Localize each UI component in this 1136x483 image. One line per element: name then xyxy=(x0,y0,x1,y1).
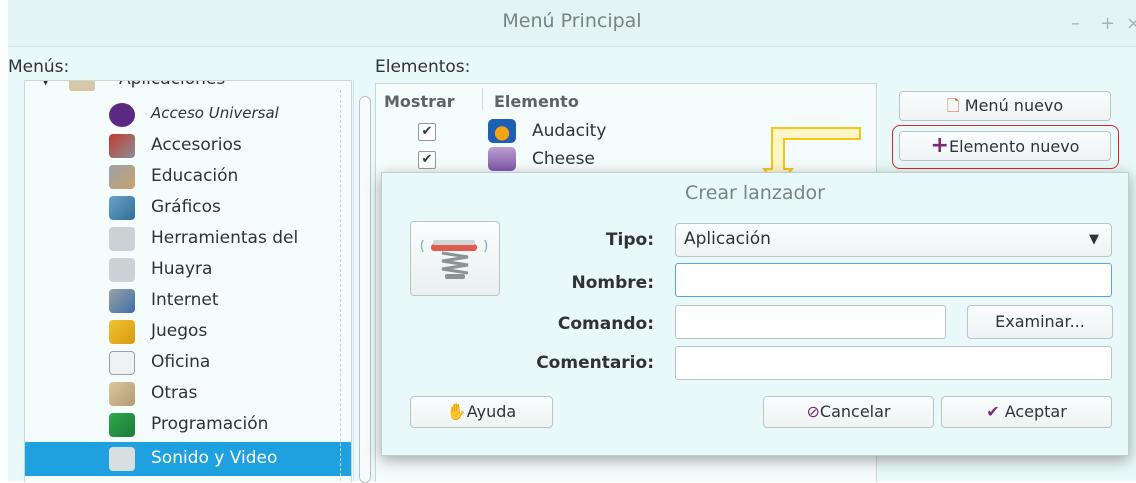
tree-item-otras[interactable]: Otras xyxy=(25,380,351,410)
type-label: Tipo: xyxy=(605,230,654,250)
office-icon xyxy=(109,351,135,375)
cheese-icon xyxy=(488,147,516,171)
cancel-label: Cancelar xyxy=(819,402,891,421)
tree-item-label: Gráficos xyxy=(151,197,221,217)
title-bar: Menú Principal – + × xyxy=(8,0,1136,47)
help-label: Ayuda xyxy=(466,402,517,421)
column-header-show[interactable]: Mostrar xyxy=(384,92,455,111)
element-label: Audacity xyxy=(532,121,607,141)
games-icon xyxy=(109,320,135,344)
cancel-button[interactable]: ⊘Cancelar xyxy=(763,396,934,428)
expand-arrow-icon[interactable]: ▼ xyxy=(41,81,50,87)
tree-item-label: Juegos xyxy=(151,321,208,341)
tree-item-huayra[interactable]: Huayra xyxy=(25,256,351,286)
command-label: Comando: xyxy=(557,314,654,334)
column-header-element[interactable]: Elemento xyxy=(494,92,579,111)
dialog-title: Crear lanzador xyxy=(685,182,825,204)
tree-item-oficina[interactable]: Oficina xyxy=(25,349,351,379)
tree-item-label: Accesorios xyxy=(151,135,242,155)
close-button[interactable]: × xyxy=(1126,13,1136,34)
tree-item-label: Acceso Universal xyxy=(151,104,279,122)
tree-item-acceso-universal[interactable]: Acceso Universal xyxy=(25,101,351,131)
chevron-down-icon: ▼ xyxy=(1089,232,1099,247)
maximize-button[interactable]: + xyxy=(1100,13,1115,34)
programming-icon xyxy=(109,413,135,437)
multimedia-icon xyxy=(109,447,135,471)
comment-label: Comentario: xyxy=(536,353,654,373)
create-launcher-dialog: Crear lanzador Tipo: Nombre: Comando: Co… xyxy=(381,172,1129,456)
tree-root-label: Aplicaciones xyxy=(119,81,225,89)
tree-item-accesorios[interactable]: Accesorios xyxy=(25,132,351,162)
internet-icon xyxy=(109,289,135,313)
highlight-box xyxy=(892,125,1119,169)
new-menu-icon: 🗋 xyxy=(946,96,960,115)
tree-item-label: Internet xyxy=(151,290,219,310)
minimize-button[interactable]: – xyxy=(1071,13,1080,34)
scrollbar-thumb[interactable] xyxy=(359,96,371,483)
command-field[interactable] xyxy=(675,305,946,339)
education-icon xyxy=(109,165,135,189)
accept-label: Aceptar xyxy=(1004,402,1067,421)
tree-item-juegos[interactable]: Juegos xyxy=(25,318,351,348)
tree-item-educacion[interactable]: Educación xyxy=(25,163,351,193)
accept-button[interactable]: ✔ Aceptar xyxy=(941,396,1112,428)
tree-guide-line xyxy=(340,90,341,481)
new-menu-label: Menú nuevo xyxy=(964,96,1064,115)
tree-item-label: Herramientas del xyxy=(151,228,299,248)
window-title: Menú Principal xyxy=(502,10,642,32)
tree-item-label: Educación xyxy=(151,166,239,186)
tree-item-label: Sonido y Video xyxy=(151,448,278,468)
huayra-icon xyxy=(109,258,135,282)
type-select[interactable]: Aplicación ▼ xyxy=(675,223,1112,257)
element-label: Cheese xyxy=(532,149,595,169)
tree-item-label: Huayra xyxy=(151,259,213,279)
checkmark-icon: ✔ xyxy=(986,402,1000,421)
comment-field[interactable] xyxy=(675,346,1112,380)
elements-label: Elementos: xyxy=(375,57,471,77)
accessibility-icon xyxy=(109,103,135,127)
tools-icon xyxy=(109,227,135,251)
tree-item-sonido-y-video[interactable]: Sonido y Video xyxy=(25,442,351,476)
type-select-value: Aplicación xyxy=(684,229,771,249)
help-button[interactable]: ✋Ayuda xyxy=(410,396,553,428)
tree-item-programacion[interactable]: Programación xyxy=(25,411,351,441)
cancel-icon: ⊘ xyxy=(806,402,820,421)
other-icon xyxy=(109,382,135,406)
accessories-icon xyxy=(109,134,135,158)
show-checkbox[interactable]: ✔ xyxy=(418,151,436,169)
tree-scrollbar[interactable] xyxy=(353,80,376,483)
tree-item-label: Otras xyxy=(151,383,198,403)
menu-tree[interactable]: ▼ Aplicaciones Acceso Universal Accesori… xyxy=(24,80,352,482)
name-field[interactable] xyxy=(675,263,1112,297)
help-icon: ✋ xyxy=(446,402,467,421)
tree-item-internet[interactable]: Internet xyxy=(25,287,351,317)
tree-item-herramientas[interactable]: Herramientas del xyxy=(25,225,351,255)
show-checkbox[interactable]: ✔ xyxy=(418,123,436,141)
graphics-icon xyxy=(109,196,135,220)
menus-label: Menús: xyxy=(8,57,70,77)
applications-icon xyxy=(69,81,95,91)
name-label: Nombre: xyxy=(571,273,654,293)
new-menu-button[interactable]: 🗋 Menú nuevo xyxy=(899,91,1111,121)
tree-item-label: Oficina xyxy=(151,352,211,372)
audacity-icon xyxy=(488,119,516,143)
column-separator xyxy=(482,88,483,110)
browse-button[interactable]: Examinar... xyxy=(967,305,1113,339)
tree-item-graficos[interactable]: Gráficos xyxy=(25,194,351,224)
tree-item-label: Programación xyxy=(151,414,269,434)
